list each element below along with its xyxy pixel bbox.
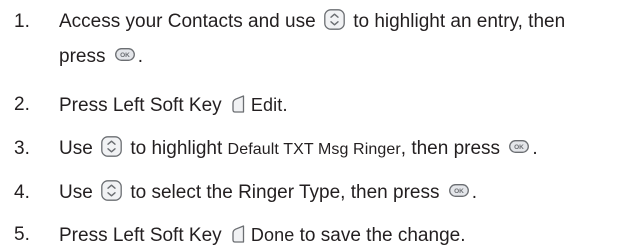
left-soft-key-icon xyxy=(231,224,245,244)
step-text-part: . xyxy=(137,46,144,67)
step-text-part: to save the change. xyxy=(299,225,466,246)
ok-key-icon: OK xyxy=(509,140,529,153)
step-text-line-2: press OK . xyxy=(59,44,565,70)
step-number: 2. xyxy=(14,94,30,115)
ok-key-icon: OK xyxy=(115,48,135,61)
step-number: 4. xyxy=(14,182,30,203)
nav-key-icon xyxy=(101,136,122,157)
step-text-part: press xyxy=(59,46,106,67)
ok-key-label: OK xyxy=(514,144,524,151)
step-text: Use to highlight Default TXT Msg Ringer,… xyxy=(59,136,538,163)
instruction-steps: 1. Access your Contacts and use to highl… xyxy=(0,0,638,246)
step-text: Press Left Soft Key Done to save the cha… xyxy=(59,222,465,249)
step-text-part: to select the Ringer Type, then press xyxy=(130,182,440,203)
step-text-part: . xyxy=(282,95,288,116)
step-text: Press Left Soft Key Edit. xyxy=(59,92,288,119)
ok-key-icon: OK xyxy=(449,184,469,197)
nav-key-icon xyxy=(324,9,345,30)
step-number: 1. xyxy=(14,11,30,32)
menu-option-default-txt-msg-ringer: Default TXT Msg Ringer xyxy=(227,141,401,158)
nav-key-icon xyxy=(101,180,122,201)
ok-key-label: OK xyxy=(120,52,130,59)
menu-option-edit: Edit xyxy=(250,95,283,115)
step-text: Use to select the Ringer Type, then pres… xyxy=(59,180,477,206)
step-text-part: . xyxy=(471,182,478,203)
step-text-part: to highlight an entry, then xyxy=(353,11,566,32)
step-text-part: Access your Contacts and use xyxy=(59,11,316,32)
step-text-part: Use xyxy=(59,138,93,159)
step-text-part: to highlight xyxy=(130,138,223,159)
left-soft-key-icon xyxy=(231,94,245,114)
step-text: Access your Contacts and use to highligh… xyxy=(59,9,565,70)
step-number: 3. xyxy=(14,138,30,159)
step-text-part: Press Left Soft Key xyxy=(59,225,222,246)
step-text-part: . xyxy=(532,138,538,159)
ok-key-label: OK xyxy=(454,188,464,195)
menu-option-done: Done xyxy=(250,225,295,245)
step-text-part: Use xyxy=(59,182,93,203)
step-text-part: , then press xyxy=(400,138,501,159)
step-number: 5. xyxy=(14,224,30,245)
step-text-part: Press Left Soft Key xyxy=(59,95,222,116)
